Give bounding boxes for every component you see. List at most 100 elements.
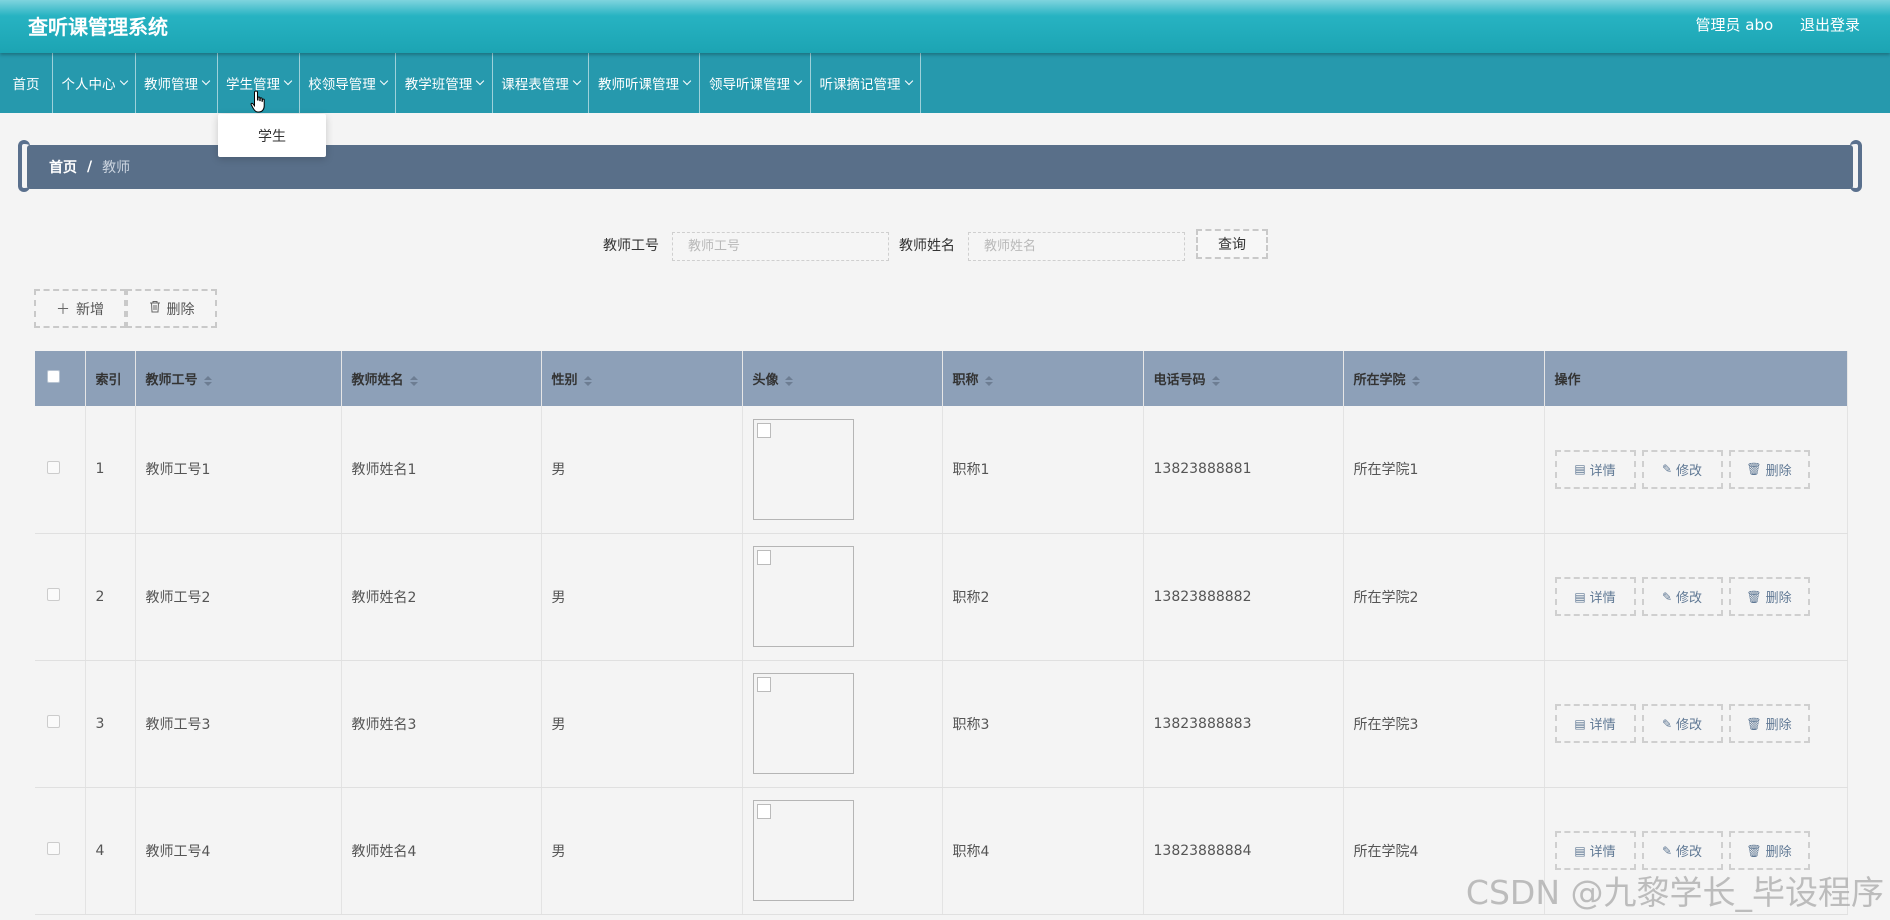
- trash-icon: [149, 300, 161, 317]
- teacher-name-cell: 教师姓名4: [341, 787, 542, 915]
- edit-button-label: 修改: [1676, 463, 1703, 479]
- student-management-dropdown: 学生: [218, 114, 326, 157]
- title-cell: 职称4: [942, 787, 1144, 915]
- column-header-label: 电话号码: [1153, 373, 1206, 388]
- trash-icon: 🗑: [1746, 589, 1762, 604]
- table-row: 3 教师工号3 教师姓名3 男 职称3 13823888883 所在学院3 ▤ 详…: [35, 660, 1848, 788]
- avatar-cell: [742, 787, 943, 915]
- row-select-cell: [35, 533, 86, 661]
- sort-icon[interactable]: [984, 375, 993, 386]
- dropdown-item-student[interactable]: 学生: [258, 126, 286, 146]
- nav-item-class-management[interactable]: 教学班管理: [396, 53, 493, 113]
- sort-icon[interactable]: [1211, 375, 1220, 386]
- nav-item-leader-observation-management[interactable]: 领导听课管理: [700, 53, 811, 113]
- edit-button[interactable]: ✎ 修改: [1641, 831, 1723, 870]
- column-header-teacher-id[interactable]: 教师工号: [135, 351, 342, 406]
- hand-cursor-icon: [250, 90, 265, 113]
- column-header-gender[interactable]: 性别: [541, 351, 743, 406]
- column-header-ops: 操作: [1544, 351, 1848, 406]
- nav-item-label: 个人中心: [61, 77, 116, 93]
- column-header-label: 职称: [952, 373, 979, 388]
- gender-cell: 男: [541, 406, 743, 534]
- nav-item-teacher-observation-management[interactable]: 教师听课管理: [589, 53, 700, 113]
- teacher-id-label: 教师工号: [603, 238, 659, 254]
- delete-button-label: 删除: [1765, 463, 1792, 479]
- breadcrumb-current: 教师: [102, 160, 131, 176]
- sort-icon[interactable]: [583, 375, 592, 386]
- nav-item-timetable-management[interactable]: 课程表管理: [493, 53, 589, 113]
- college-cell: 所在学院2: [1343, 533, 1545, 661]
- select-all-cell: [35, 351, 86, 406]
- admin-user-label[interactable]: 管理员 abo: [1696, 16, 1774, 34]
- delete-button[interactable]: 🗑 删除: [1728, 831, 1810, 870]
- add-button[interactable]: ＋ 新增: [34, 289, 126, 328]
- select-all-checkbox[interactable]: [47, 370, 60, 383]
- batch-delete-button[interactable]: 删除: [126, 289, 217, 328]
- plus-icon: ＋: [56, 301, 70, 318]
- logout-link[interactable]: 退出登录: [1800, 16, 1860, 34]
- edit-button[interactable]: ✎ 修改: [1641, 704, 1723, 743]
- nav-item-home[interactable]: 首页: [0, 53, 53, 113]
- index-cell: 4: [85, 787, 136, 915]
- chevron-down-icon: [572, 76, 581, 86]
- detail-button[interactable]: ▤ 详情: [1554, 449, 1636, 489]
- row-select-cell: [35, 660, 86, 788]
- broken-image-icon: [756, 550, 771, 565]
- top-header: 查听课管理系统 管理员 abo 退出登录: [0, 0, 1890, 53]
- detail-button-label: 详情: [1589, 591, 1616, 606]
- sort-icon[interactable]: [1411, 375, 1420, 386]
- teacher-name-input[interactable]: [968, 232, 1185, 261]
- chevron-down-icon: [682, 76, 692, 86]
- sort-icon[interactable]: [784, 375, 793, 386]
- column-header-title[interactable]: 职称: [942, 351, 1144, 406]
- detail-button[interactable]: ▤ 详情: [1554, 831, 1636, 870]
- avatar-image: [752, 800, 854, 901]
- trash-icon: 🗑: [1746, 462, 1762, 477]
- column-header-teacher-name[interactable]: 教师姓名: [341, 351, 542, 406]
- title-cell: 职称3: [942, 660, 1144, 788]
- edit-button[interactable]: ✎ 修改: [1641, 449, 1723, 489]
- nav-item-school-leader-management[interactable]: 校领导管理: [300, 53, 396, 113]
- avatar-image: [752, 546, 854, 647]
- teacher-id-input[interactable]: [672, 232, 889, 261]
- row-checkbox[interactable]: [47, 588, 60, 601]
- document-icon: ▤: [1574, 843, 1586, 858]
- sort-icon[interactable]: [203, 375, 212, 386]
- table-row: 2 教师工号2 教师姓名2 男 职称2 13823888882 所在学院2 ▤ 详…: [35, 533, 1848, 661]
- avatar-cell: [742, 533, 943, 661]
- chevron-down-icon: [119, 76, 128, 86]
- chevron-down-icon: [379, 76, 388, 86]
- delete-button[interactable]: 🗑 删除: [1728, 577, 1810, 616]
- column-header-avatar[interactable]: 头像: [742, 351, 943, 406]
- phone-cell: 13823888882: [1143, 533, 1344, 661]
- header-user-area: 管理员 abo 退出登录: [1674, 14, 1860, 35]
- nav-item-personal-center[interactable]: 个人中心: [53, 53, 136, 113]
- title-cell: 职称1: [942, 406, 1144, 534]
- app-title: 查听课管理系统: [28, 15, 168, 39]
- detail-button-label: 详情: [1589, 463, 1616, 479]
- teacher-table: 索引 教师工号 教师姓名 性别 头像 职称 电话号码 所在学院 操作 1 教师工…: [35, 351, 1848, 915]
- detail-button[interactable]: ▤ 详情: [1554, 704, 1636, 743]
- row-checkbox[interactable]: [47, 460, 60, 474]
- delete-button-label: 删除: [1765, 591, 1792, 606]
- edit-button[interactable]: ✎ 修改: [1641, 577, 1723, 616]
- breadcrumb-home[interactable]: 首页: [49, 157, 77, 177]
- column-header-phone[interactable]: 电话号码: [1143, 351, 1344, 406]
- nav-item-label: 教师听课管理: [598, 77, 679, 93]
- college-cell: 所在学院1: [1343, 406, 1545, 534]
- row-checkbox[interactable]: [47, 715, 60, 728]
- nav-item-observation-notes-management[interactable]: 听课摘记管理: [811, 53, 921, 113]
- delete-button[interactable]: 🗑 删除: [1728, 704, 1810, 743]
- teacher-name-cell: 教师姓名2: [341, 533, 542, 661]
- row-checkbox[interactable]: [47, 842, 60, 855]
- teacher-id-cell: 教师工号2: [135, 533, 342, 661]
- breadcrumb-separator: /: [87, 159, 93, 175]
- detail-button[interactable]: ▤ 详情: [1554, 577, 1636, 616]
- broken-image-icon: [756, 677, 771, 692]
- column-header-label: 性别: [551, 373, 578, 388]
- nav-item-teacher-management[interactable]: 教师管理: [136, 53, 218, 113]
- delete-button[interactable]: 🗑 删除: [1728, 449, 1810, 489]
- column-header-college[interactable]: 所在学院: [1343, 351, 1545, 406]
- sort-icon[interactable]: [409, 375, 418, 386]
- query-button[interactable]: 查询: [1196, 229, 1268, 259]
